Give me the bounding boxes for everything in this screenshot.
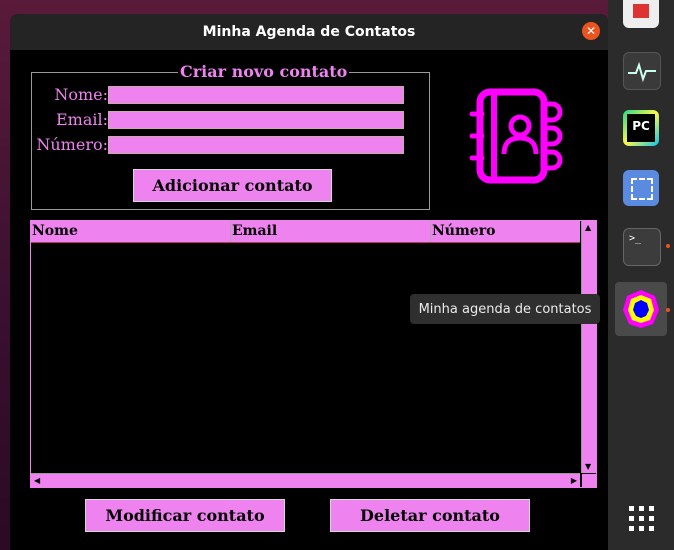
- group-legend: Criar novo contato: [178, 62, 350, 81]
- scroll-down-icon[interactable]: ▼: [585, 462, 591, 471]
- column-header-number[interactable]: Número: [431, 221, 580, 242]
- terminal-icon[interactable]: >_: [623, 228, 661, 266]
- running-indicator: [666, 244, 670, 248]
- delete-contact-button[interactable]: Deletar contato: [330, 499, 530, 532]
- new-contact-group: Criar novo contato Nome: Email: Número: …: [31, 62, 430, 210]
- horizontal-scrollbar[interactable]: ◀ ▶: [31, 473, 580, 487]
- running-indicator: [666, 308, 670, 312]
- modify-contact-button[interactable]: Modificar contato: [85, 499, 285, 532]
- scroll-corner: [582, 474, 596, 487]
- number-input[interactable]: [108, 136, 404, 154]
- email-label: Email:: [55, 110, 108, 129]
- scroll-right-icon[interactable]: ▶: [571, 476, 577, 485]
- contacts-table[interactable]: Nome Email Número ▲ ▼ ◀ ▶: [30, 220, 597, 488]
- number-label: Número:: [36, 135, 108, 154]
- dock: PC >_: [608, 0, 674, 550]
- name-label: Nome:: [54, 85, 108, 104]
- name-input[interactable]: [108, 86, 404, 104]
- app-window: Minha Agenda de Contatos ✕ Criar novo co…: [10, 14, 608, 550]
- dock-tooltip: Minha agenda de contatos: [410, 294, 600, 324]
- scroll-up-icon[interactable]: ▲: [585, 223, 591, 232]
- vertical-scrollbar[interactable]: ▲ ▼: [581, 221, 596, 473]
- contact-book-icon: [469, 88, 563, 184]
- app-grid-icon[interactable]: [623, 500, 659, 536]
- pycharm-icon[interactable]: PC: [623, 110, 659, 146]
- scroll-left-icon[interactable]: ◀: [34, 476, 40, 485]
- system-monitor-icon[interactable]: [623, 52, 661, 90]
- agenda-app-icon[interactable]: [615, 282, 667, 336]
- column-header-email[interactable]: Email: [231, 221, 431, 242]
- email-input[interactable]: [108, 111, 404, 129]
- screenshot-icon[interactable]: [623, 170, 659, 206]
- column-header-name[interactable]: Nome: [31, 221, 231, 242]
- close-button[interactable]: ✕: [582, 22, 600, 40]
- window-title: Minha Agenda de Contatos: [202, 24, 416, 40]
- download-icon[interactable]: [623, 0, 659, 28]
- table-header: Nome Email Número: [31, 221, 580, 243]
- add-contact-button[interactable]: Adicionar contato: [133, 169, 332, 202]
- window-titlebar[interactable]: Minha Agenda de Contatos ✕: [10, 14, 608, 50]
